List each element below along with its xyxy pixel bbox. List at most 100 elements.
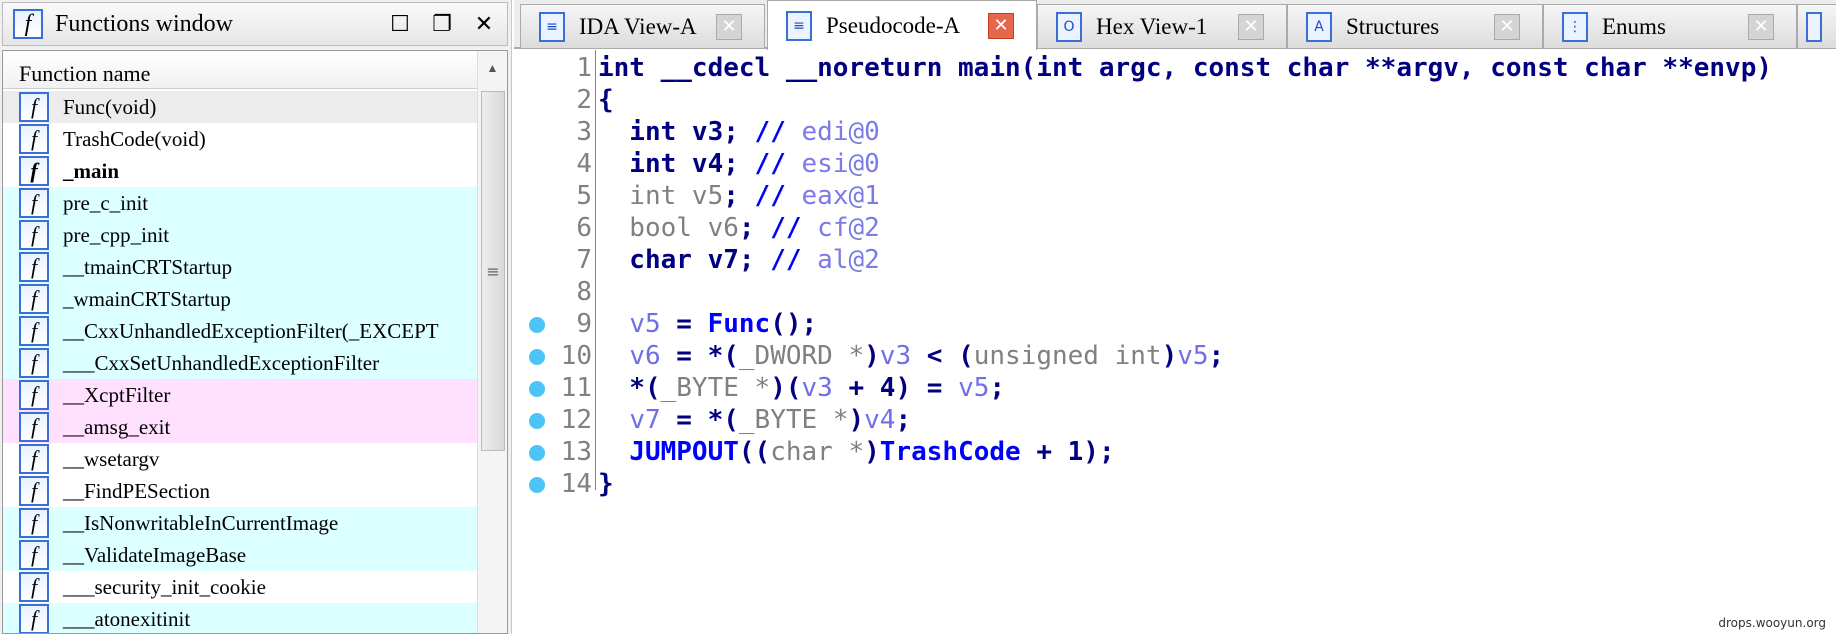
scrollbar-thumb[interactable]: ≡ [481,91,505,451]
code-line[interactable]: 12 v7 = *(_BYTE *)v4; [514,404,1814,436]
watermark: drops.wooyun.org [1718,616,1826,630]
function-row[interactable]: f __IsNonwritableInCurrentImage [3,507,477,539]
tab-icon: ≡ [539,11,565,42]
function-row[interactable]: f Func(void) [3,91,477,123]
code-token: { [598,85,614,115]
code-line[interactable]: 9 v5 = Func(); [514,308,1814,340]
function-row[interactable]: f _main [3,155,477,187]
tab-close-icon[interactable]: ✕ [716,13,742,40]
tab-close-icon[interactable]: ✕ [1748,13,1774,40]
tab-ida-view-a[interactable]: ≡ IDA View-A ✕ [520,4,765,49]
function-row[interactable]: f __amsg_exit [3,411,477,443]
code-token: v6 [629,341,661,371]
function-row[interactable]: f __XcptFilter [3,379,477,411]
column-header-function-name[interactable]: Function name [3,51,477,89]
line-number: 13 [560,437,592,467]
tab-icon [1806,11,1822,42]
function-row[interactable]: f ___atonexitinit [3,603,477,633]
tab-structures[interactable]: A Structures ✕ [1287,4,1543,49]
function-row[interactable]: f ___security_init_cookie [3,571,477,603]
code-line[interactable]: 2{ [514,84,1814,116]
code-token: v3 [801,373,833,403]
function-row[interactable]: f _wmainCRTStartup [3,283,477,315]
function-icon: f [19,316,49,346]
tab-bar: ≡ IDA View-A ✕ ≡ Pseudocode-A ✕ O Hex View-1 ✕ A S… [514,0,1836,50]
code-token: (( [738,437,771,467]
function-row[interactable]: f __CxxUnhandledExceptionFilter(_EXCEPT [3,315,477,347]
tab-label: IDA View-A [579,13,697,39]
function-row[interactable]: f pre_c_init [3,187,477,219]
code-line[interactable]: 4 int v4; // esi@0 [514,148,1814,180]
function-row[interactable]: f __ValidateImageBase [3,539,477,571]
code-line[interactable]: 8 [514,276,1814,308]
function-name: pre_c_init [63,190,149,215]
function-name: __IsNonwritableInCurrentImage [63,510,339,535]
tab-hex-view-1[interactable]: O Hex View-1 ✕ [1037,4,1287,49]
pseudocode-view[interactable]: 1 int __cdecl __noreturn main(int argc, c… [514,50,1836,634]
function-row[interactable]: f pre_cpp_init [3,219,477,251]
code-token: int v5 [598,181,724,211]
code-token: + 1); [1020,437,1115,467]
code-token: ; [1208,341,1225,371]
function-icon: f [19,412,49,442]
code-line[interactable]: 10 v6 = *(_DWORD *)v3 < (unsigned int)v5… [514,340,1814,372]
code-token: v5 [629,309,661,339]
code-token: *( [598,373,661,403]
function-icon: f [19,444,49,474]
code-line[interactable]: 6 bool v6; // cf@2 [514,212,1814,244]
window-title: Functions window [55,10,234,37]
function-icon: f [19,380,49,410]
code-token: ; [895,405,912,435]
code-token: // [770,213,818,243]
maximize-button[interactable]: ☐ [383,9,417,39]
function-icon: f [19,572,49,602]
function-row[interactable]: f __tmainCRTStartup [3,251,477,283]
code-token: int __cdecl __noreturn main(int argc, co… [598,53,1772,83]
close-button[interactable]: ✕ [467,9,501,39]
function-icon: f [19,476,49,506]
function-name: __XcptFilter [63,382,171,407]
function-name: __tmainCRTStartup [63,254,233,279]
code-token: bool v6 [598,213,739,243]
code-token: < ( [911,341,974,371]
code-line[interactable]: 5 int v5; // eax@1 [514,180,1814,212]
function-row[interactable]: f __FindPESection [3,475,477,507]
code-line[interactable]: 1 int __cdecl __noreturn main(int argc, c… [514,52,1814,84]
tab-close-icon[interactable]: ✕ [988,12,1014,39]
code-token: eax@1 [801,181,880,211]
restore-button[interactable]: ❐ [425,9,459,39]
code-token: JUMPOUT [629,437,739,467]
code-line[interactable]: 13 JUMPOUT((char *)TrashCode + 1); [514,436,1814,468]
line-number: 14 [560,469,592,499]
functions-list: Function name f Func(void) f TrashCode(void… [2,50,508,634]
code-line[interactable]: 7 char v7; // al@2 [514,244,1814,276]
function-name: __CxxUnhandledExceptionFilter(_EXCEPT [63,318,439,343]
function-row[interactable]: f TrashCode(void) [3,123,477,155]
line-number: 8 [576,277,592,307]
line-number: 10 [560,341,592,371]
scroll-up-arrow-icon[interactable]: ▲ [478,51,507,85]
code-token: char v7; [598,245,771,275]
code-line[interactable]: 3 int v3; // edi@0 [514,116,1814,148]
code-token: (); [770,309,818,339]
code-line[interactable]: 11 *(_BYTE *)(v3 + 4) = v5; [514,372,1814,404]
tab-close-icon[interactable]: ✕ [1494,13,1520,40]
function-icon: f [19,156,49,186]
tab-pseudocode-a[interactable]: ≡ Pseudocode-A ✕ [767,0,1037,50]
tab-label: Structures [1346,13,1440,39]
function-name: ___atonexitinit [63,606,191,631]
tab-label: Enums [1602,13,1666,39]
tab-close-icon[interactable]: ✕ [1238,13,1264,40]
code-token: v5 [958,373,990,403]
line-number: 3 [576,117,592,147]
vertical-scrollbar[interactable]: ▲ ≡ [477,51,507,633]
tab-partial[interactable] [1797,4,1836,49]
code-line[interactable]: 14} [514,468,1814,500]
function-row[interactable]: f __wsetargv [3,443,477,475]
tab-enums[interactable]: ⋮ Enums ✕ [1543,4,1797,49]
line-number: 5 [576,181,592,211]
function-icon: f [19,508,49,538]
function-row[interactable]: f ___CxxSetUnhandledExceptionFilter [3,347,477,379]
